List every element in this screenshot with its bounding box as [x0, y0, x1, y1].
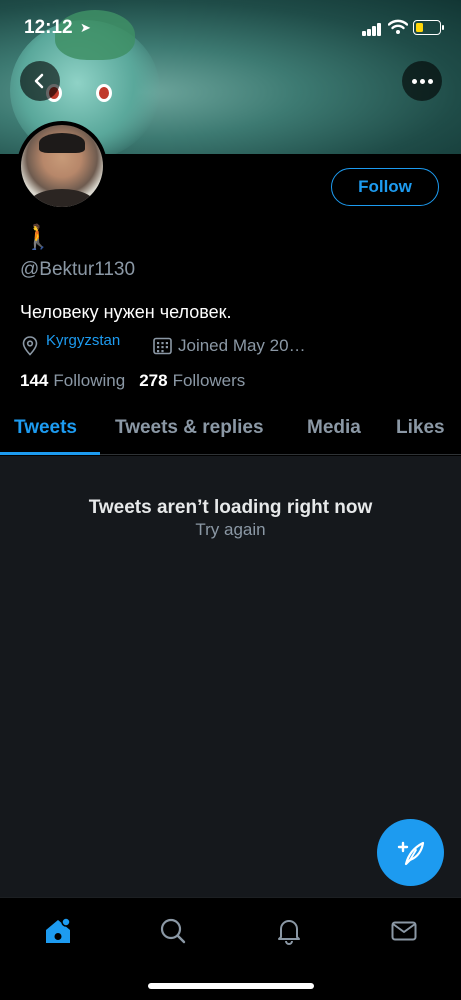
tab-tweets[interactable]: Tweets [14, 417, 77, 439]
followers-label: Followers [172, 371, 246, 390]
nav-search[interactable] [158, 916, 188, 946]
compose-feather-icon [397, 841, 424, 865]
follow-button[interactable]: Follow [331, 168, 439, 206]
profile-stats: 144 Following 278 Followers [20, 371, 259, 391]
location-pin-icon [22, 336, 38, 356]
profile-location: Kyrgyzstan [22, 335, 132, 357]
followers-stat[interactable]: 278 Followers [139, 371, 245, 391]
profile-bio: Человеку нужен человек. [20, 302, 232, 322]
more-dots-icon [411, 78, 433, 84]
search-icon [160, 918, 186, 944]
profile-joined: Joined May 20… [153, 335, 306, 357]
profile-handle: @Bektur1130 [20, 259, 136, 280]
following-label: Following [53, 371, 126, 390]
location-arrow-icon: ➤ [80, 20, 91, 35]
tab-media[interactable]: Media [307, 417, 361, 439]
status-bar: 12:12 ➤ [0, 0, 461, 56]
followers-count: 278 [139, 371, 168, 390]
compose-tweet-button[interactable] [377, 819, 444, 886]
active-tab-indicator [0, 452, 100, 455]
avatar[interactable] [17, 121, 107, 211]
calendar-icon [153, 337, 172, 355]
profile-tabs: Tweets Tweets & replies Media Likes [0, 405, 461, 455]
back-button[interactable] [20, 61, 60, 101]
profile-name-emoji: 🚶 [23, 224, 53, 251]
status-time: 12:12 [24, 17, 73, 38]
joined-date: Joined May 20… [178, 336, 306, 355]
feed-error-title: Tweets aren’t loading right now [88, 497, 373, 518]
home-icon [46, 917, 71, 943]
home-indicator [148, 983, 314, 989]
bell-icon [278, 920, 300, 945]
retry-button[interactable]: Try again [0, 520, 461, 540]
cellular-signal-icon [362, 23, 382, 36]
wifi-icon [388, 19, 408, 34]
nav-messages[interactable] [389, 916, 419, 946]
following-stat[interactable]: 144 Following [20, 371, 125, 391]
location-link[interactable]: Kyrgyzstan [46, 335, 130, 357]
banner-art-eye [96, 84, 112, 102]
avatar-photo [21, 125, 103, 207]
mail-icon [391, 921, 417, 941]
tab-tweets-and-replies[interactable]: Tweets & replies [115, 417, 264, 439]
nav-notifications[interactable] [274, 916, 304, 946]
following-count: 144 [20, 371, 49, 390]
tab-likes[interactable]: Likes [396, 417, 445, 439]
nav-home[interactable] [43, 916, 73, 946]
back-arrow-icon [34, 73, 44, 89]
battery-icon [413, 20, 444, 35]
more-options-button[interactable] [402, 61, 442, 101]
